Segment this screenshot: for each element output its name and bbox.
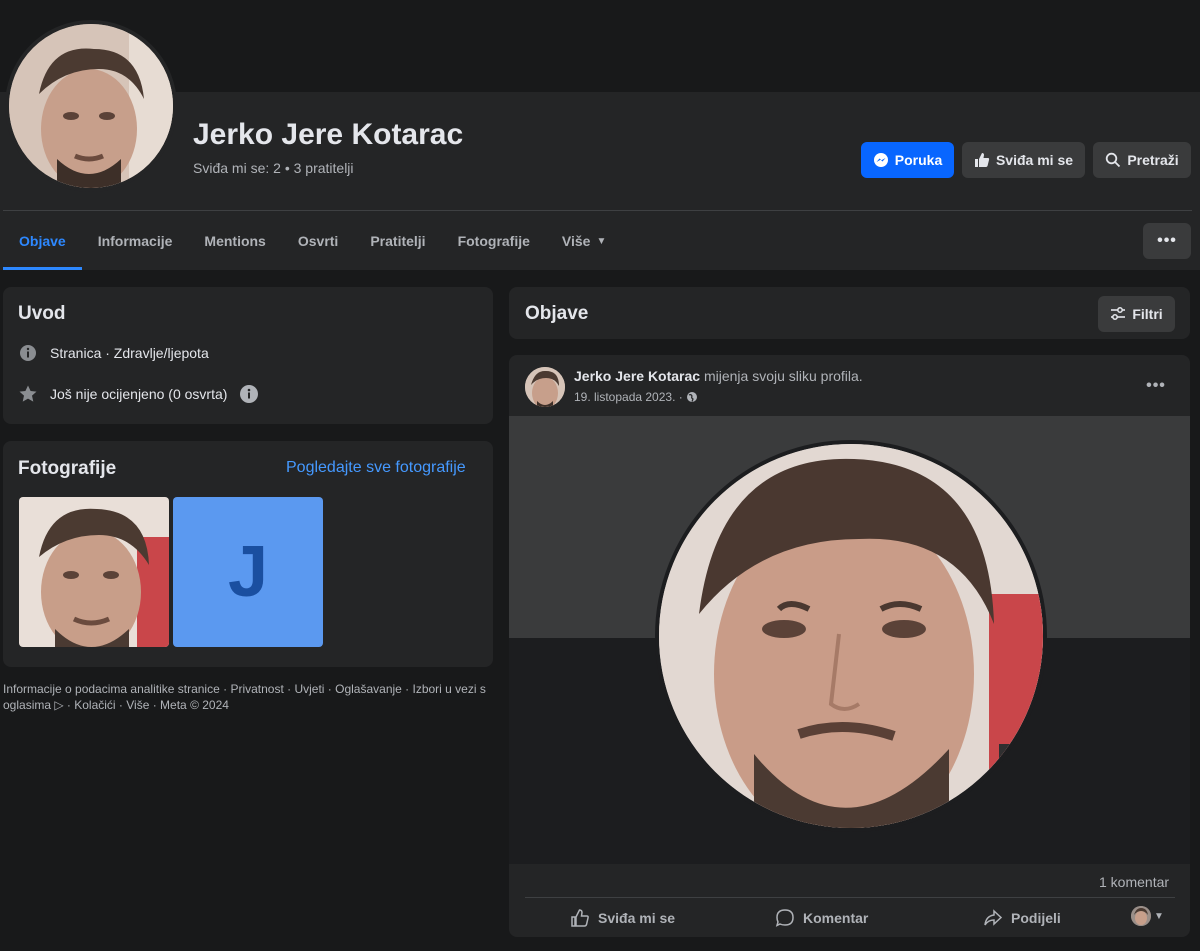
filter-label: Filtri <box>1132 306 1163 322</box>
post-timestamp[interactable]: 19. listopada 2023. · <box>574 390 698 404</box>
message-button-label: Poruka <box>894 152 943 168</box>
post-share-button[interactable]: Podijeli <box>983 904 1061 932</box>
profile-photo-icon <box>659 444 1043 828</box>
post-author-name[interactable]: Jerko Jere Kotarac <box>574 368 700 384</box>
star-icon <box>18 384 38 404</box>
like-page-label: Sviđa mi se <box>995 152 1074 168</box>
letter-tile-text: J <box>227 532 269 612</box>
thumbs-up-outline-icon <box>571 909 589 927</box>
photo-thumbnail[interactable] <box>19 497 169 647</box>
post-image[interactable] <box>509 416 1190 864</box>
intro-title: Uvod <box>18 303 66 324</box>
post-date-text: 19. listopada 2023. · <box>574 390 683 404</box>
post-actions-divider <box>525 897 1175 898</box>
tab-osvrti[interactable]: Osvrti <box>282 212 354 270</box>
tab-vise[interactable]: Više ▼ <box>546 212 622 270</box>
tab-label: Pratitelji <box>370 233 426 249</box>
cover-area <box>0 0 1200 92</box>
post-comment-button[interactable]: Komentar <box>775 904 868 932</box>
letter-photo-thumbnail[interactable]: J <box>173 497 323 647</box>
see-all-photos-link[interactable]: Pogledajte sve fotografije <box>286 459 466 477</box>
post-header: Jerko Jere Kotarac mijenja svoju sliku p… <box>574 368 863 384</box>
footer-links[interactable]: Informacije o podacima analitike stranic… <box>3 681 493 713</box>
post-comment-label: Komentar <box>803 910 869 926</box>
messenger-icon <box>873 153 888 167</box>
share-arrow-icon <box>984 909 1003 926</box>
caret-down-icon: ▼ <box>596 235 607 247</box>
tab-fotografije[interactable]: Fotografije <box>442 212 546 270</box>
tab-label: Osvrti <box>297 233 339 249</box>
comment-count[interactable]: 1 komentar <box>1099 874 1169 890</box>
filter-sliders-icon <box>1111 307 1126 320</box>
message-button[interactable]: Poruka <box>861 142 954 178</box>
tab-label: Fotografije <box>457 233 530 249</box>
tab-label: Mentions <box>204 233 266 249</box>
posts-title: Objave <box>525 303 589 324</box>
photos-card: Fotografije Pogledajte sve fotografije J <box>3 441 493 667</box>
like-page-button[interactable]: Sviđa mi se <box>962 142 1085 178</box>
filter-button[interactable]: Filtri <box>1098 296 1175 332</box>
profile-name: Jerko Jere Kotarac <box>193 118 464 151</box>
post-share-label: Podijeli <box>1011 910 1061 926</box>
posts-header-card: Objave <box>509 287 1190 339</box>
globe-icon <box>686 392 697 402</box>
ellipsis-icon: ••• <box>1146 377 1166 394</box>
photos-title: Fotografije <box>18 458 117 479</box>
search-button[interactable]: Pretraži <box>1093 142 1191 178</box>
caret-down-icon: ▼ <box>1154 910 1164 922</box>
tab-mentions[interactable]: Mentions <box>188 212 281 270</box>
category-text: Stranica · Zdravlje/ljepota <box>50 345 209 361</box>
profile-stats[interactable]: Sviđa mi se: 2 • 3 pratitelji <box>193 160 354 176</box>
profile-photo-icon <box>525 367 565 407</box>
tab-label: Informacije <box>97 233 173 249</box>
category-row: Stranica · Zdravlje/ljepota <box>18 343 209 363</box>
tab-pratitelji[interactable]: Pratitelji <box>354 212 441 270</box>
post-action-text: mijenja svoju sliku profila. <box>700 368 863 384</box>
profile-avatar[interactable] <box>5 20 177 192</box>
post-like-button[interactable]: Sviđa mi se <box>570 904 675 932</box>
mini-avatar-icon <box>1131 906 1151 926</box>
profile-tabs: Objave Informacije Mentions Osvrti Prati… <box>3 212 622 270</box>
comment-bubble-icon <box>775 909 794 927</box>
post-options-button[interactable]: ••• <box>1140 372 1172 400</box>
intro-card: Uvod Stranica · Zdravlje/ljepota Još nij… <box>3 287 493 424</box>
tab-label: Objave <box>19 233 66 249</box>
tab-objave[interactable]: Objave <box>3 212 82 270</box>
post-like-label: Sviđa mi se <box>598 910 676 926</box>
profile-photo-icon <box>19 497 169 647</box>
info-circle-icon[interactable] <box>239 384 259 404</box>
profile-photo-icon <box>9 24 173 188</box>
header-divider <box>3 210 1192 211</box>
ellipsis-icon: ••• <box>1157 232 1177 249</box>
tab-label: Više <box>561 233 591 249</box>
info-icon <box>18 343 38 363</box>
search-button-label: Pretraži <box>1127 152 1179 168</box>
react-as-selector[interactable]: ▼ <box>1131 906 1164 926</box>
post-author-avatar[interactable] <box>525 367 565 407</box>
rating-row: Još nije ocijenjeno (0 osvrta) <box>18 384 259 404</box>
profile-header: Jerko Jere Kotarac Sviđa mi se: 2 • 3 pr… <box>0 0 1200 270</box>
search-icon <box>1106 152 1121 168</box>
more-options-button[interactable]: ••• <box>1143 223 1191 259</box>
profile-picture-large <box>655 440 1047 832</box>
thumbs-up-icon <box>974 153 990 167</box>
rating-text: Još nije ocijenjeno (0 osvrta) <box>50 386 228 402</box>
tab-informacije[interactable]: Informacije <box>82 212 189 270</box>
